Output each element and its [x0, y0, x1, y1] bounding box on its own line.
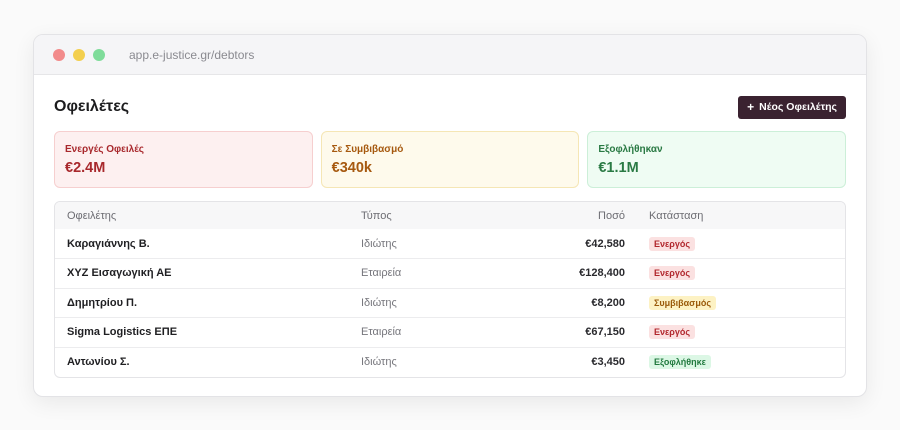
debtor-type: Ιδιώτης: [349, 346, 479, 377]
column-header-debtor[interactable]: Οφειλέτης: [55, 202, 349, 229]
browser-window: app.e-justice.gr/debtors Οφειλέτες + Νέο…: [33, 34, 867, 397]
table-header-row: Οφειλέτης Τύπος Ποσό Κατάσταση: [55, 202, 845, 229]
plus-icon: +: [747, 100, 755, 114]
address-bar-url[interactable]: app.e-justice.gr/debtors: [129, 48, 254, 62]
debtor-amount: €128,400: [479, 258, 637, 288]
debtor-amount: €8,200: [479, 287, 637, 318]
debtor-type: Ιδιώτης: [361, 237, 397, 250]
debtor-type: Εταιρεία: [349, 258, 479, 288]
debtor-name[interactable]: Αντωνίου Σ.: [55, 346, 349, 377]
debtor-status-cell: Ενεργός: [637, 258, 845, 288]
maximize-window-button[interactable]: [93, 48, 105, 61]
debtor-name[interactable]: Δημητρίου Π.: [55, 287, 349, 318]
debtor-name[interactable]: Sigma Logistics ΕΠΕ: [55, 317, 349, 347]
table-row[interactable]: Sigma Logistics ΕΠΕ Εταιρεία €67,150 Ενε…: [55, 317, 845, 347]
minimize-window-button[interactable]: [73, 48, 85, 61]
status-badge: Εξοφλήθηκε: [649, 355, 711, 369]
table-row[interactable]: Καραγιάννης Β. Ιδιώτης €42,580 Ενεργός: [55, 229, 845, 259]
summary-cards: Ενεργές Οφειλές €2.4M Σε Συμβιβασμό €340…: [54, 131, 847, 188]
page-header: Οφειλέτες + Νέος Οφειλέτης: [54, 95, 846, 119]
summary-card-label: Σε Συμβιβασμό: [331, 144, 404, 155]
summary-card-value: €1.1M: [598, 160, 639, 176]
new-debtor-button[interactable]: + Νέος Οφειλέτης: [738, 95, 846, 119]
status-badge: Ενεργός: [649, 266, 696, 281]
summary-card-settlement: Σε Συμβιβασμό €340k: [320, 131, 580, 188]
page-title: Οφειλέτες: [54, 98, 130, 115]
debtor-amount: €42,580: [585, 237, 625, 250]
summary-card-value: €340k: [331, 160, 372, 176]
debtor-status-cell: Ενεργός: [637, 317, 845, 347]
main-content: Οφειλέτες + Νέος Οφειλέτης Ενεργές Οφειλ…: [34, 75, 866, 378]
debtor-name[interactable]: XYZ Εισαγωγική ΑΕ: [55, 258, 349, 288]
column-header-status[interactable]: Κατάσταση: [637, 202, 845, 229]
debtor-status-cell: Εξοφλήθηκε: [637, 346, 845, 377]
debtor-amount: €67,150: [479, 317, 637, 347]
column-header-amount[interactable]: Ποσό: [479, 202, 637, 229]
summary-card-label: Εξοφλήθηκαν: [598, 144, 663, 155]
summary-card-active: Ενεργές Οφειλές €2.4M: [54, 131, 313, 188]
close-window-button[interactable]: [53, 48, 65, 61]
debtor-type: Εταιρεία: [349, 317, 479, 347]
status-badge: Ενεργός: [649, 325, 696, 340]
debtor-status-cell: Ενεργός: [637, 229, 845, 259]
summary-card-paid: Εξοφλήθηκαν €1.1M: [587, 131, 847, 188]
debtor-status-cell: Συμβιβασμός: [637, 287, 845, 318]
column-header-type[interactable]: Τύπος: [349, 202, 479, 229]
status-badge: Ενεργός: [649, 236, 696, 251]
table-row[interactable]: XYZ Εισαγωγική ΑΕ Εταιρεία €128,400 Ενερ…: [55, 258, 845, 288]
table-row[interactable]: Αντωνίου Σ. Ιδιώτης €3,450 Εξοφλήθηκε: [55, 346, 845, 377]
debtor-type: Ιδιώτης: [349, 287, 479, 318]
debtor-amount: €3,450: [479, 346, 637, 377]
debtors-table: Οφειλέτης Τύπος Ποσό Κατάσταση Καραγιάνν…: [54, 201, 846, 378]
summary-card-value: €2.4M: [65, 160, 106, 176]
status-badge: Συμβιβασμός: [649, 295, 717, 310]
table-row[interactable]: Δημητρίου Π. Ιδιώτης €8,200 Συμβιβασμός: [55, 287, 845, 318]
summary-card-label: Ενεργές Οφειλές: [65, 144, 144, 155]
debtor-name[interactable]: Καραγιάννης Β.: [55, 229, 349, 259]
title-bar: app.e-justice.gr/debtors: [34, 35, 866, 75]
new-debtor-button-label: Νέος Οφειλέτης: [759, 101, 837, 113]
